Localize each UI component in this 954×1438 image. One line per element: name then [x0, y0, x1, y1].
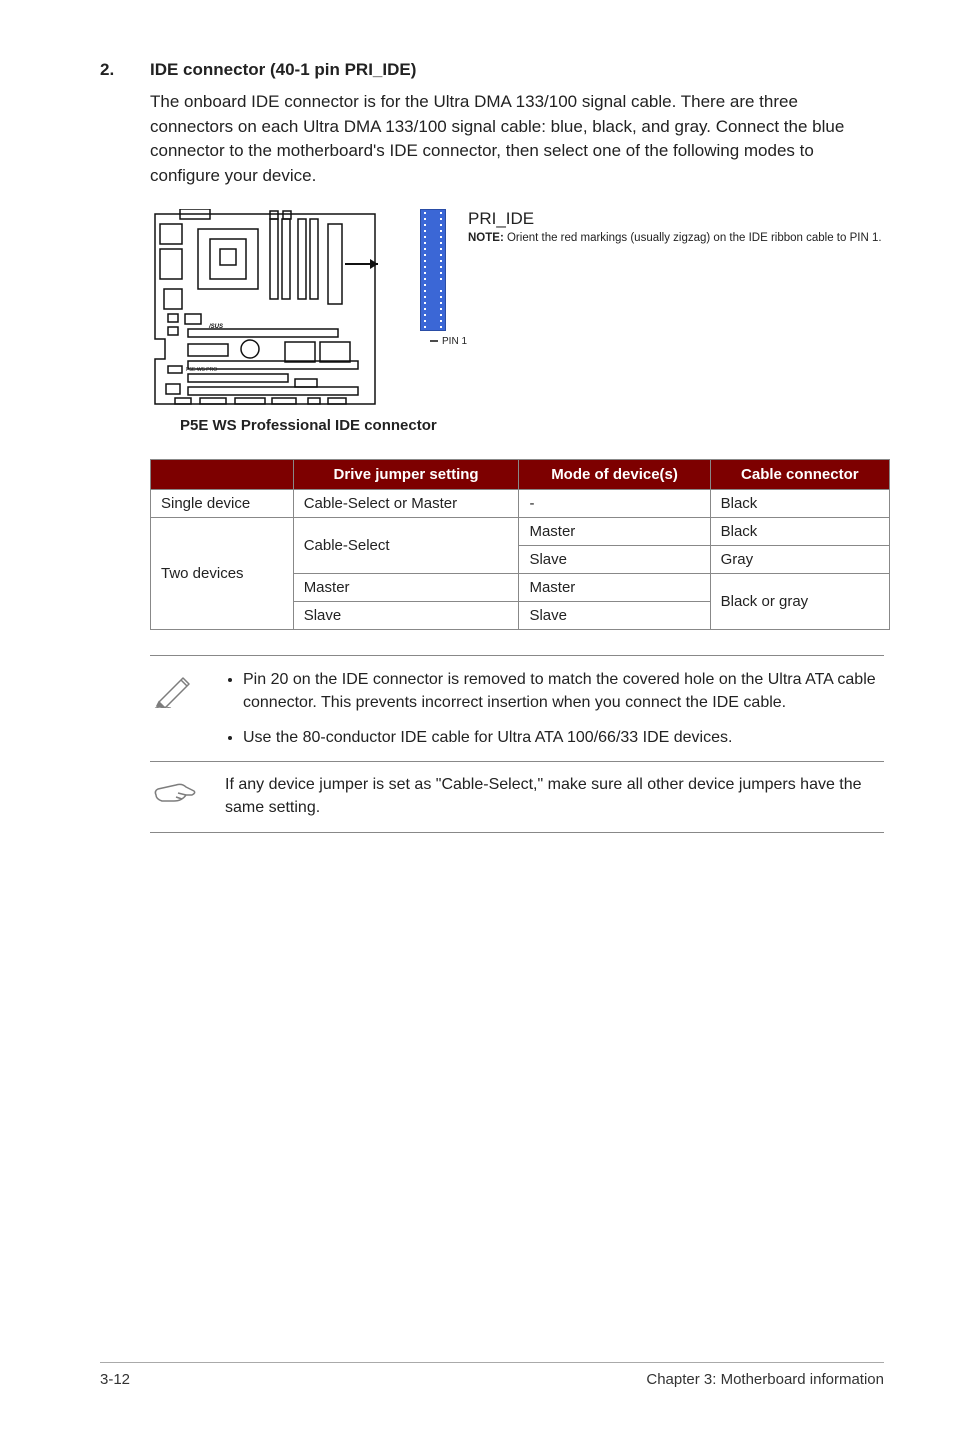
diagram-caption: P5E WS Professional IDE connector	[180, 417, 884, 434]
pin1-tick	[430, 337, 438, 345]
cell-cs-master-mode: Master	[519, 517, 710, 545]
cell-cs-master-conn: Black	[710, 517, 889, 545]
cell-slave-setting: Slave	[293, 601, 519, 629]
th-drive-jumper: Drive jumper setting	[293, 459, 519, 489]
cell-two-devices: Two devices	[151, 517, 294, 629]
hand-note-text: If any device jumper is set as "Cable-Se…	[225, 773, 884, 819]
cell-single-setting: Cable-Select or Master	[293, 489, 519, 517]
jumper-table: Drive jumper setting Mode of device(s) C…	[150, 459, 890, 630]
section-heading: 2. IDE connector (40-1 pin PRI_IDE)	[100, 60, 884, 80]
cell-black-or-gray: Black or gray	[710, 573, 889, 629]
th-blank	[151, 459, 294, 489]
section-number: 2.	[100, 60, 120, 80]
footer-chapter: Chapter 3: Motherboard information	[646, 1371, 884, 1388]
note-bullet-1: Pin 20 on the IDE connector is removed t…	[243, 668, 884, 714]
th-cable-conn: Cable connector	[710, 459, 889, 489]
note-text: Orient the red markings (usually zigzag)…	[507, 232, 882, 244]
note-bold: NOTE:	[468, 232, 504, 244]
cell-slave-mode: Slave	[519, 601, 710, 629]
cell-single-device: Single device	[151, 489, 294, 517]
footer-page-number: 3-12	[100, 1371, 130, 1388]
note-block-hand: If any device jumper is set as "Cable-Se…	[150, 761, 884, 832]
pencil-icon	[150, 668, 200, 750]
cell-single-mode: -	[519, 489, 710, 517]
ide-connector-graphic	[420, 209, 446, 331]
table-row: Two devices Cable-Select Master Black	[151, 517, 890, 545]
diagram-block: /SUS P5E WS PRO	[150, 209, 884, 409]
cell-master-mode: Master	[519, 573, 710, 601]
table-row: Single device Cable-Select or Master - B…	[151, 489, 890, 517]
svg-text:/SUS: /SUS	[208, 324, 223, 330]
cell-cs-slave-mode: Slave	[519, 545, 710, 573]
note-bullet-2: Use the 80-conductor IDE cable for Ultra…	[243, 726, 884, 749]
th-mode: Mode of device(s)	[519, 459, 710, 489]
motherboard-diagram: /SUS P5E WS PRO	[150, 209, 380, 409]
page-footer: 3-12 Chapter 3: Motherboard information	[100, 1362, 884, 1388]
cell-cs-slave-conn: Gray	[710, 545, 889, 573]
connector-note: NOTE: Orient the red markings (usually z…	[468, 231, 882, 246]
note-block-pencil: Pin 20 on the IDE connector is removed t…	[150, 655, 884, 763]
pin1-label: PIN 1	[442, 336, 467, 347]
section-paragraph: The onboard IDE connector is for the Ult…	[150, 90, 884, 189]
cell-cable-select: Cable-Select	[293, 517, 519, 573]
connector-label: PRI_IDE	[468, 209, 882, 229]
pointing-hand-icon	[150, 773, 200, 819]
cell-master-setting: Master	[293, 573, 519, 601]
cell-single-conn: Black	[710, 489, 889, 517]
section-title: IDE connector (40-1 pin PRI_IDE)	[150, 60, 416, 80]
board-model-label: P5E WS PRO	[186, 367, 217, 373]
